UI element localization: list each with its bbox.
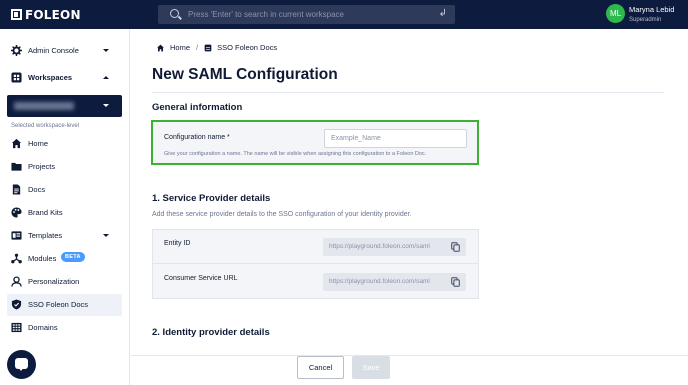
sidebar-item-label: Modules — [28, 254, 57, 263]
sidebar-item-domains[interactable]: Domains — [7, 317, 122, 339]
chat-icon — [15, 358, 28, 371]
sidebar-item-projects[interactable]: Projects — [7, 156, 122, 178]
sidebar-item-personalization[interactable]: Personalization — [7, 271, 122, 293]
configuration-name-label: Configuration name * — [164, 134, 230, 141]
general-information-heading: General information — [152, 102, 243, 113]
save-button[interactable]: Save — [352, 356, 390, 379]
chat-launcher-button[interactable] — [7, 350, 36, 379]
sidebar-item-sso-foleon-docs[interactable]: SSO Foleon Docs — [7, 294, 122, 316]
sidebar-admin-console[interactable]: Admin Console — [0, 39, 130, 61]
table-row: Entity ID https://playground.foleon.com/… — [153, 230, 478, 264]
entity-id-label: Entity ID — [164, 240, 191, 247]
templates-icon — [11, 231, 22, 240]
sidebar-item-home[interactable]: Home — [7, 133, 122, 155]
search-icon — [170, 9, 179, 18]
workspaces-icon — [11, 71, 22, 83]
doc-icon — [204, 44, 212, 51]
sidebar-item-docs[interactable]: Docs — [7, 179, 122, 201]
breadcrumb-home-link[interactable]: Home — [170, 43, 190, 52]
service-provider-heading: 1. Service Provider details — [152, 193, 271, 204]
foleon-logo-icon — [11, 9, 22, 20]
breadcrumb-current: SSO Foleon Docs — [217, 43, 278, 52]
sidebar-item-label: Brand Kits — [28, 208, 63, 217]
search-input[interactable] — [188, 8, 428, 21]
entity-id-value: https://playground.foleon.com/saml — [329, 243, 430, 250]
workspace-level-label: Selected workspace-level — [11, 123, 80, 129]
workspaces-label: Workspaces — [28, 72, 73, 82]
chevron-down-icon — [103, 104, 109, 107]
sidebar-item-label: Personalization — [28, 277, 80, 286]
doc-icon — [12, 184, 21, 195]
entity-id-field: https://playground.foleon.com/saml — [323, 238, 466, 256]
admin-console-label: Admin Console — [28, 45, 79, 55]
top-bar: FOLEON ↲ ML Maryna Lebid Superadmin — [0, 0, 688, 29]
folder-icon — [11, 162, 22, 171]
configuration-name-input[interactable] — [324, 129, 467, 148]
page-title: New SAML Configuration — [152, 66, 338, 83]
cancel-button[interactable]: Cancel — [297, 356, 344, 379]
beta-badge: BETA — [61, 252, 85, 262]
palette-icon — [11, 207, 22, 218]
avatar[interactable]: ML — [606, 4, 625, 23]
copy-icon[interactable] — [451, 242, 460, 252]
main-content: Home / SSO Foleon Docs New SAML Configur… — [131, 29, 688, 355]
chevron-up-icon — [103, 75, 109, 79]
copy-icon[interactable] — [451, 277, 460, 287]
sidebar-item-label: Home — [28, 139, 49, 148]
sidebar-item-label: Domains — [28, 323, 58, 332]
consumer-service-url-value: https://playground.foleon.com/saml — [329, 278, 430, 285]
enter-key-icon: ↲ — [438, 8, 447, 19]
logo-text: FOLEON — [25, 7, 81, 22]
user-name[interactable]: Maryna Lebid — [629, 5, 674, 14]
workspace-select[interactable] — [7, 95, 122, 117]
service-provider-table: Entity ID https://playground.foleon.com/… — [152, 229, 479, 299]
chevron-down-icon — [103, 48, 109, 52]
domains-icon — [11, 322, 22, 333]
workspace-name-blurred — [14, 102, 74, 110]
configuration-name-help: Give your configuration a name. The name… — [164, 151, 427, 157]
sidebar-item-modules[interactable]: Modules BETA — [7, 248, 122, 270]
modules-icon — [11, 253, 22, 264]
chevron-down-icon — [103, 234, 109, 237]
table-row: Consumer Service URL https://playground.… — [153, 265, 478, 299]
form-footer: Cancel Save — [131, 355, 688, 385]
sidebar: Admin Console Workspaces Selected worksp… — [0, 29, 130, 385]
home-icon — [157, 44, 164, 51]
sidebar-item-label: Projects — [28, 162, 56, 171]
sidebar-workspaces[interactable]: Workspaces — [0, 66, 130, 88]
sidebar-item-templates[interactable]: Templates — [7, 225, 122, 247]
sidebar-item-label: SSO Foleon Docs — [28, 300, 89, 309]
title-divider — [152, 92, 664, 93]
gear-icon — [11, 44, 22, 56]
breadcrumb-separator: / — [196, 43, 199, 52]
sidebar-item-label: Docs — [28, 185, 46, 194]
identity-provider-heading: 2. Identity provider details — [152, 327, 270, 338]
shield-icon — [11, 299, 22, 310]
consumer-service-url-label: Consumer Service URL — [164, 275, 238, 282]
foleon-logo[interactable]: FOLEON — [11, 7, 81, 22]
sidebar-item-brand-kits[interactable]: Brand Kits — [7, 202, 122, 224]
breadcrumb: Home / SSO Foleon Docs — [156, 43, 277, 52]
service-provider-subtitle: Add these service provider details to th… — [152, 211, 412, 218]
configuration-name-panel: Configuration name * Give your configura… — [151, 120, 479, 165]
home-icon — [11, 138, 22, 149]
consumer-service-url-field: https://playground.foleon.com/saml — [323, 273, 466, 291]
sidebar-item-label: Templates — [28, 231, 63, 240]
person-icon — [11, 276, 22, 287]
user-role: Superadmin — [629, 17, 662, 23]
search-bar: ↲ — [158, 5, 455, 24]
